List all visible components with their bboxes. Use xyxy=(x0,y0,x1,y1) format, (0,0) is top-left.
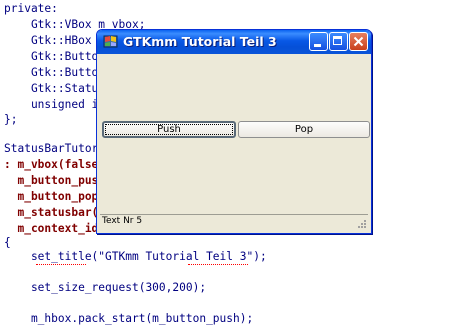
resize-grip-icon[interactable] xyxy=(357,219,367,229)
window-titlebar[interactable]: GTKmm Tutorial Teil 3 xyxy=(97,30,371,54)
maximize-icon xyxy=(333,36,342,45)
window-client-area: Push Pop Text Nr 5 xyxy=(100,54,370,230)
maximize-button[interactable] xyxy=(329,32,348,51)
statusbar-text: Text Nr 5 xyxy=(102,216,143,226)
code-line: set_size_request(300,200); xyxy=(4,281,207,294)
push-button[interactable]: Push xyxy=(102,121,236,138)
window-title: GTKmm Tutorial Teil 3 xyxy=(123,34,277,49)
code-line: { xyxy=(4,236,11,249)
code-line: private: xyxy=(4,2,58,15)
close-icon xyxy=(353,36,364,47)
spellcheck-underline xyxy=(36,262,86,265)
pop-button-label: Pop xyxy=(294,124,314,135)
minimize-icon xyxy=(314,44,321,47)
gtk-app-icon xyxy=(103,35,118,48)
statusbar: Text Nr 5 xyxy=(100,214,368,230)
code-line: }; xyxy=(4,113,18,126)
spellcheck-underline xyxy=(188,262,248,265)
code-line: m_hbox.pack_start(m_button_push); xyxy=(4,312,254,325)
push-button-label: Push xyxy=(157,124,181,135)
close-button[interactable] xyxy=(349,32,368,51)
gtk-window[interactable]: GTKmm Tutorial Teil 3 Push Pop Text Nr 5 xyxy=(96,29,372,234)
minimize-button[interactable] xyxy=(309,32,328,51)
pop-button[interactable]: Pop xyxy=(238,121,370,138)
